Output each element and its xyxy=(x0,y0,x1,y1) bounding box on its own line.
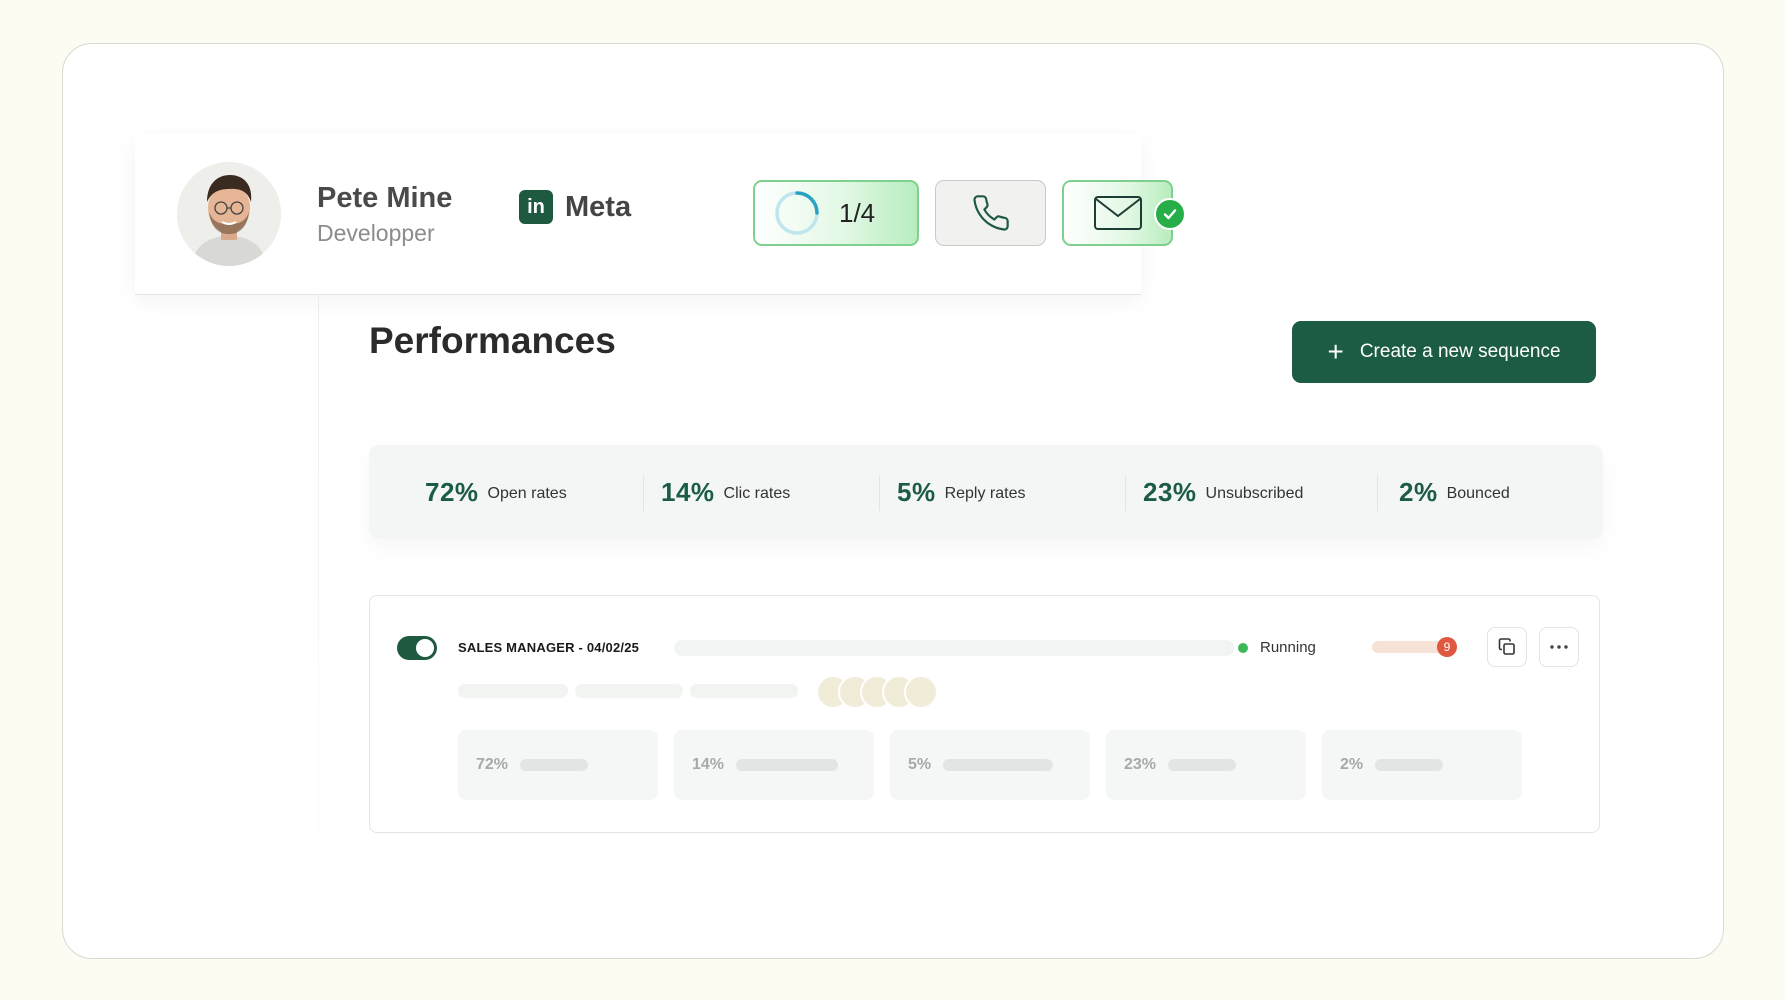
sequence-metric: 72% xyxy=(458,730,658,800)
sequence-card[interactable]: SALES MANAGER - 04/02/25 Running 9 72% 1… xyxy=(369,595,1600,833)
call-button[interactable] xyxy=(935,180,1046,246)
stat-unsubscribed: 23% Unsubscribed xyxy=(1143,445,1303,539)
copy-icon xyxy=(1498,638,1515,655)
status-indicator: Running xyxy=(1238,639,1316,656)
company[interactable]: in Meta xyxy=(519,190,631,224)
status-label: Running xyxy=(1260,639,1316,656)
contact-name: Pete Mine xyxy=(317,182,453,214)
more-icon xyxy=(1550,645,1568,649)
stat-value: 23% xyxy=(1143,476,1197,507)
metric-bar xyxy=(1168,759,1237,771)
sequence-toggle[interactable] xyxy=(397,636,437,660)
metric-value: 14% xyxy=(692,756,725,773)
stat-value: 2% xyxy=(1399,476,1438,507)
stat-label: Unsubscribed xyxy=(1205,485,1304,502)
phone-icon xyxy=(972,195,1009,231)
sequence-title: SALES MANAGER - 04/02/25 xyxy=(458,640,640,655)
stat-value: 72% xyxy=(425,476,479,507)
step-progress-label: 1/4 xyxy=(839,197,876,228)
metric-value: 2% xyxy=(1340,756,1364,773)
linkedin-icon: in xyxy=(519,190,553,224)
stat-reply-rates: 5% Reply rates xyxy=(897,445,1026,539)
metric-bar xyxy=(943,759,1054,771)
mail-icon xyxy=(1093,196,1142,230)
avatar-placeholder xyxy=(904,675,938,709)
stat-value: 5% xyxy=(897,476,936,507)
sequence-progress-bar xyxy=(674,640,1234,656)
placeholder-bar xyxy=(690,684,798,698)
create-sequence-button[interactable]: + Create a new sequence xyxy=(1292,321,1596,383)
company-name: Meta xyxy=(565,190,632,223)
stat-label: Open rates xyxy=(487,485,567,502)
notification-badge[interactable]: 9 xyxy=(1437,637,1457,657)
metric-bar xyxy=(520,759,589,771)
sequence-metric: 2% xyxy=(1322,730,1522,800)
more-options-button[interactable] xyxy=(1539,627,1579,667)
sequence-metric: 5% xyxy=(890,730,1090,800)
step-progress-button[interactable]: 1/4 xyxy=(753,180,919,246)
stat-bounced: 2% Bounced xyxy=(1399,445,1510,539)
stat-divider xyxy=(1125,475,1126,511)
contact-card: Pete Mine Developper in Meta 1/4 xyxy=(135,134,1186,295)
stat-clic-rates: 14% Clic rates xyxy=(661,445,790,539)
stat-divider xyxy=(879,475,880,511)
check-icon xyxy=(1154,198,1186,230)
placeholder-bar xyxy=(458,684,568,698)
stat-label: Reply rates xyxy=(944,485,1026,502)
sequence-metric: 23% xyxy=(1106,730,1306,800)
divider xyxy=(318,294,319,914)
page-title: Performances xyxy=(369,320,616,361)
metric-value: 23% xyxy=(1124,756,1157,773)
plus-icon: + xyxy=(1327,336,1344,367)
status-dot-icon xyxy=(1238,642,1248,653)
progress-ring-icon xyxy=(775,191,819,235)
stat-divider xyxy=(1377,475,1378,511)
toggle-knob xyxy=(416,639,434,657)
stat-label: Bounced xyxy=(1446,485,1510,502)
create-sequence-label: Create a new sequence xyxy=(1359,341,1561,362)
stat-divider xyxy=(643,475,644,511)
metric-value: 5% xyxy=(908,756,932,773)
app-frame: Pete Mine Developper in Meta 1/4 Perform… xyxy=(62,43,1724,959)
duplicate-button[interactable] xyxy=(1487,627,1527,667)
stats-bar: 72% Open rates 14% Clic rates 5% Reply r… xyxy=(369,445,1603,539)
stat-open-rates: 72% Open rates xyxy=(425,445,567,539)
sequence-metric: 14% xyxy=(674,730,874,800)
stat-label: Clic rates xyxy=(723,485,791,502)
metric-bar xyxy=(736,759,839,771)
contact-role: Developper xyxy=(317,220,435,246)
metric-value: 72% xyxy=(476,756,509,773)
stat-value: 14% xyxy=(661,476,715,507)
metric-bar xyxy=(1375,759,1444,771)
avatar xyxy=(177,162,281,266)
placeholder-bar xyxy=(575,684,683,698)
